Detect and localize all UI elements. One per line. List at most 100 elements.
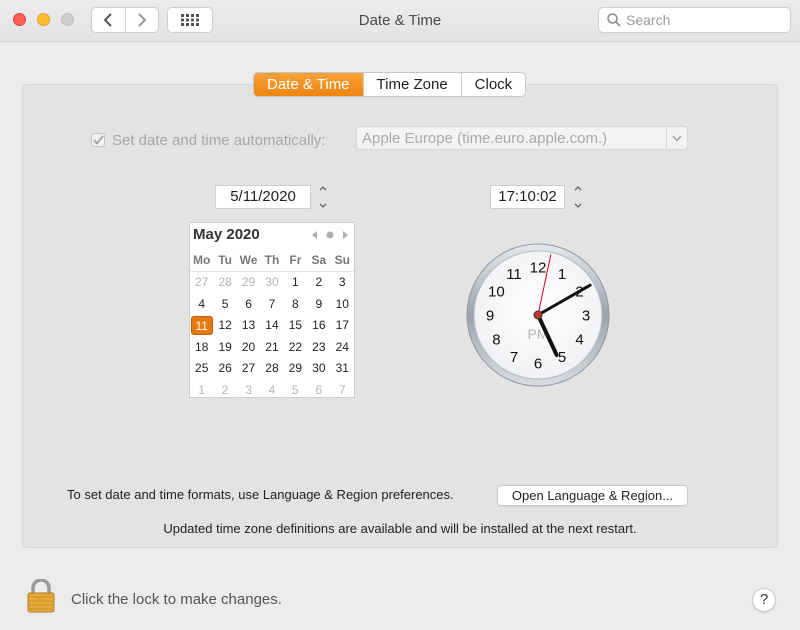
- calendar-day-number: 19: [218, 339, 232, 354]
- calendar-day[interactable]: 29: [237, 275, 260, 289]
- calendar-day-number: 20: [241, 339, 256, 354]
- calendar-day[interactable]: 2: [307, 275, 330, 289]
- calendar-day-selected[interactable]: 11: [190, 315, 213, 335]
- stepper-up-icon: [574, 186, 582, 191]
- calendar-day[interactable]: 27: [190, 275, 213, 289]
- calendar-day[interactable]: 7: [331, 383, 354, 397]
- calendar-day-number: 31: [335, 361, 349, 376]
- time-server-select[interactable]: Apple Europe (time.euro.apple.com.): [356, 126, 688, 150]
- calendar-day[interactable]: 5: [213, 297, 236, 311]
- calendar-day[interactable]: 3: [331, 275, 354, 289]
- search-box[interactable]: [598, 7, 791, 33]
- today-dot-icon[interactable]: [326, 231, 334, 239]
- next-month-icon[interactable]: [342, 231, 348, 239]
- chevron-down-icon: [666, 127, 687, 149]
- calendar-day[interactable]: 22: [284, 340, 307, 354]
- calendar-day-number: 21: [265, 339, 279, 354]
- calendar-day[interactable]: 14: [260, 318, 283, 332]
- clock-numeral: 10: [488, 284, 505, 301]
- calendar-day[interactable]: 19: [213, 340, 236, 354]
- calendar-day[interactable]: 7: [260, 297, 283, 311]
- calendar-day[interactable]: 30: [307, 361, 330, 375]
- previous-month-icon[interactable]: [312, 231, 318, 239]
- calendar-day[interactable]: 4: [260, 383, 283, 397]
- calendar-nav: [312, 231, 348, 239]
- calendar-day[interactable]: 16: [307, 318, 330, 332]
- lock-icon[interactable]: [27, 579, 55, 613]
- calendar-day[interactable]: 18: [190, 340, 213, 354]
- calendar-day[interactable]: 6: [307, 383, 330, 397]
- calendar-day[interactable]: 3: [237, 383, 260, 397]
- calendar-day[interactable]: 26: [213, 361, 236, 375]
- calendar-day-number: 4: [268, 382, 276, 397]
- calendar-day-number: 8: [292, 296, 299, 311]
- search-icon: [607, 13, 621, 27]
- calendar: May 2020 Mo Tu We Th Fr Sa Su 27 28 29 30 1 2 3 4 5 6 7 8…: [189, 222, 355, 398]
- clock-numeral: 9: [486, 308, 494, 325]
- calendar-day[interactable]: 13: [237, 318, 260, 332]
- weekday-label: Mo: [193, 253, 211, 268]
- open-language-region-button[interactable]: Open Language & Region...: [497, 485, 688, 506]
- calendar-day[interactable]: 10: [331, 297, 354, 311]
- date-stepper[interactable]: [316, 184, 330, 210]
- calendar-day-number: 26: [218, 361, 232, 376]
- tab-date-time[interactable]: Date & Time: [254, 73, 363, 96]
- calendar-day[interactable]: 31: [331, 361, 354, 375]
- calendar-day-number: 27: [241, 361, 256, 376]
- calendar-day-number: 22: [288, 339, 303, 354]
- calendar-week: 27 28 29 30 1 2 3: [190, 272, 354, 294]
- calendar-day-number: 28: [265, 361, 279, 376]
- calendar-day[interactable]: 27: [237, 361, 260, 375]
- calendar-day[interactable]: 5: [284, 383, 307, 397]
- calendar-day[interactable]: 1: [284, 275, 307, 289]
- clock-numeral: 12: [530, 260, 547, 277]
- calendar-day[interactable]: 28: [213, 275, 236, 289]
- clock-numeral: 6: [534, 356, 542, 373]
- calendar-day-number: 17: [335, 318, 349, 333]
- calendar-day[interactable]: 28: [260, 361, 283, 375]
- calendar-day[interactable]: 2: [213, 383, 236, 397]
- clock-numeral: 8: [492, 332, 500, 349]
- calendar-day-number: 28: [218, 275, 232, 290]
- calendar-grid: Mo Tu We Th Fr Sa Su 27 28 29 30 1 2 3 4 5 6 7 8 9 10 11 12 13…: [190, 250, 354, 401]
- auto-time-checkbox[interactable]: [91, 133, 105, 147]
- calendar-day-number: 24: [335, 339, 349, 354]
- time-stepper[interactable]: [571, 184, 585, 210]
- calendar-day[interactable]: 17: [331, 318, 354, 332]
- tab-clock[interactable]: Clock: [460, 73, 526, 96]
- calendar-day-number: 1: [198, 382, 206, 397]
- help-button[interactable]: ?: [752, 588, 776, 612]
- date-field[interactable]: 5/11/2020: [215, 185, 311, 209]
- calendar-day[interactable]: 20: [237, 340, 260, 354]
- stepper-down-icon: [319, 203, 327, 208]
- calendar-day[interactable]: 15: [284, 318, 307, 332]
- calendar-day-number: 16: [312, 318, 326, 333]
- calendar-day-number: 29: [288, 361, 303, 376]
- formats-text: To set date and time formats, use Langua…: [67, 487, 454, 502]
- time-field[interactable]: 17:10:02: [490, 185, 565, 209]
- calendar-day-number: 9: [315, 296, 323, 311]
- calendar-day[interactable]: 6: [237, 297, 260, 311]
- calendar-day-number: 12: [218, 318, 232, 333]
- calendar-day[interactable]: 9: [307, 297, 330, 311]
- search-input[interactable]: [626, 11, 786, 29]
- calendar-day-number: 30: [312, 361, 326, 376]
- calendar-day[interactable]: 29: [284, 361, 307, 375]
- tab-time-zone[interactable]: Time Zone: [362, 73, 461, 96]
- weekday-label: Fr: [289, 253, 302, 268]
- calendar-day[interactable]: 12: [213, 318, 236, 332]
- calendar-day[interactable]: 24: [331, 340, 354, 354]
- calendar-day-number: 11: [190, 315, 213, 335]
- calendar-week: 4 5 6 7 8 9 10: [190, 293, 354, 315]
- calendar-day-number: 5: [221, 296, 229, 311]
- calendar-day-number: 10: [335, 296, 349, 311]
- calendar-day[interactable]: 8: [284, 297, 307, 311]
- analog-clock: 121234567891011 PM: [466, 243, 610, 387]
- calendar-day[interactable]: 4: [190, 297, 213, 311]
- calendar-day[interactable]: 25: [190, 361, 213, 375]
- calendar-day[interactable]: 21: [260, 340, 283, 354]
- calendar-day[interactable]: 1: [190, 383, 213, 397]
- clock-numeral: 7: [510, 349, 518, 366]
- calendar-day[interactable]: 30: [260, 275, 283, 289]
- calendar-day[interactable]: 23: [307, 340, 330, 354]
